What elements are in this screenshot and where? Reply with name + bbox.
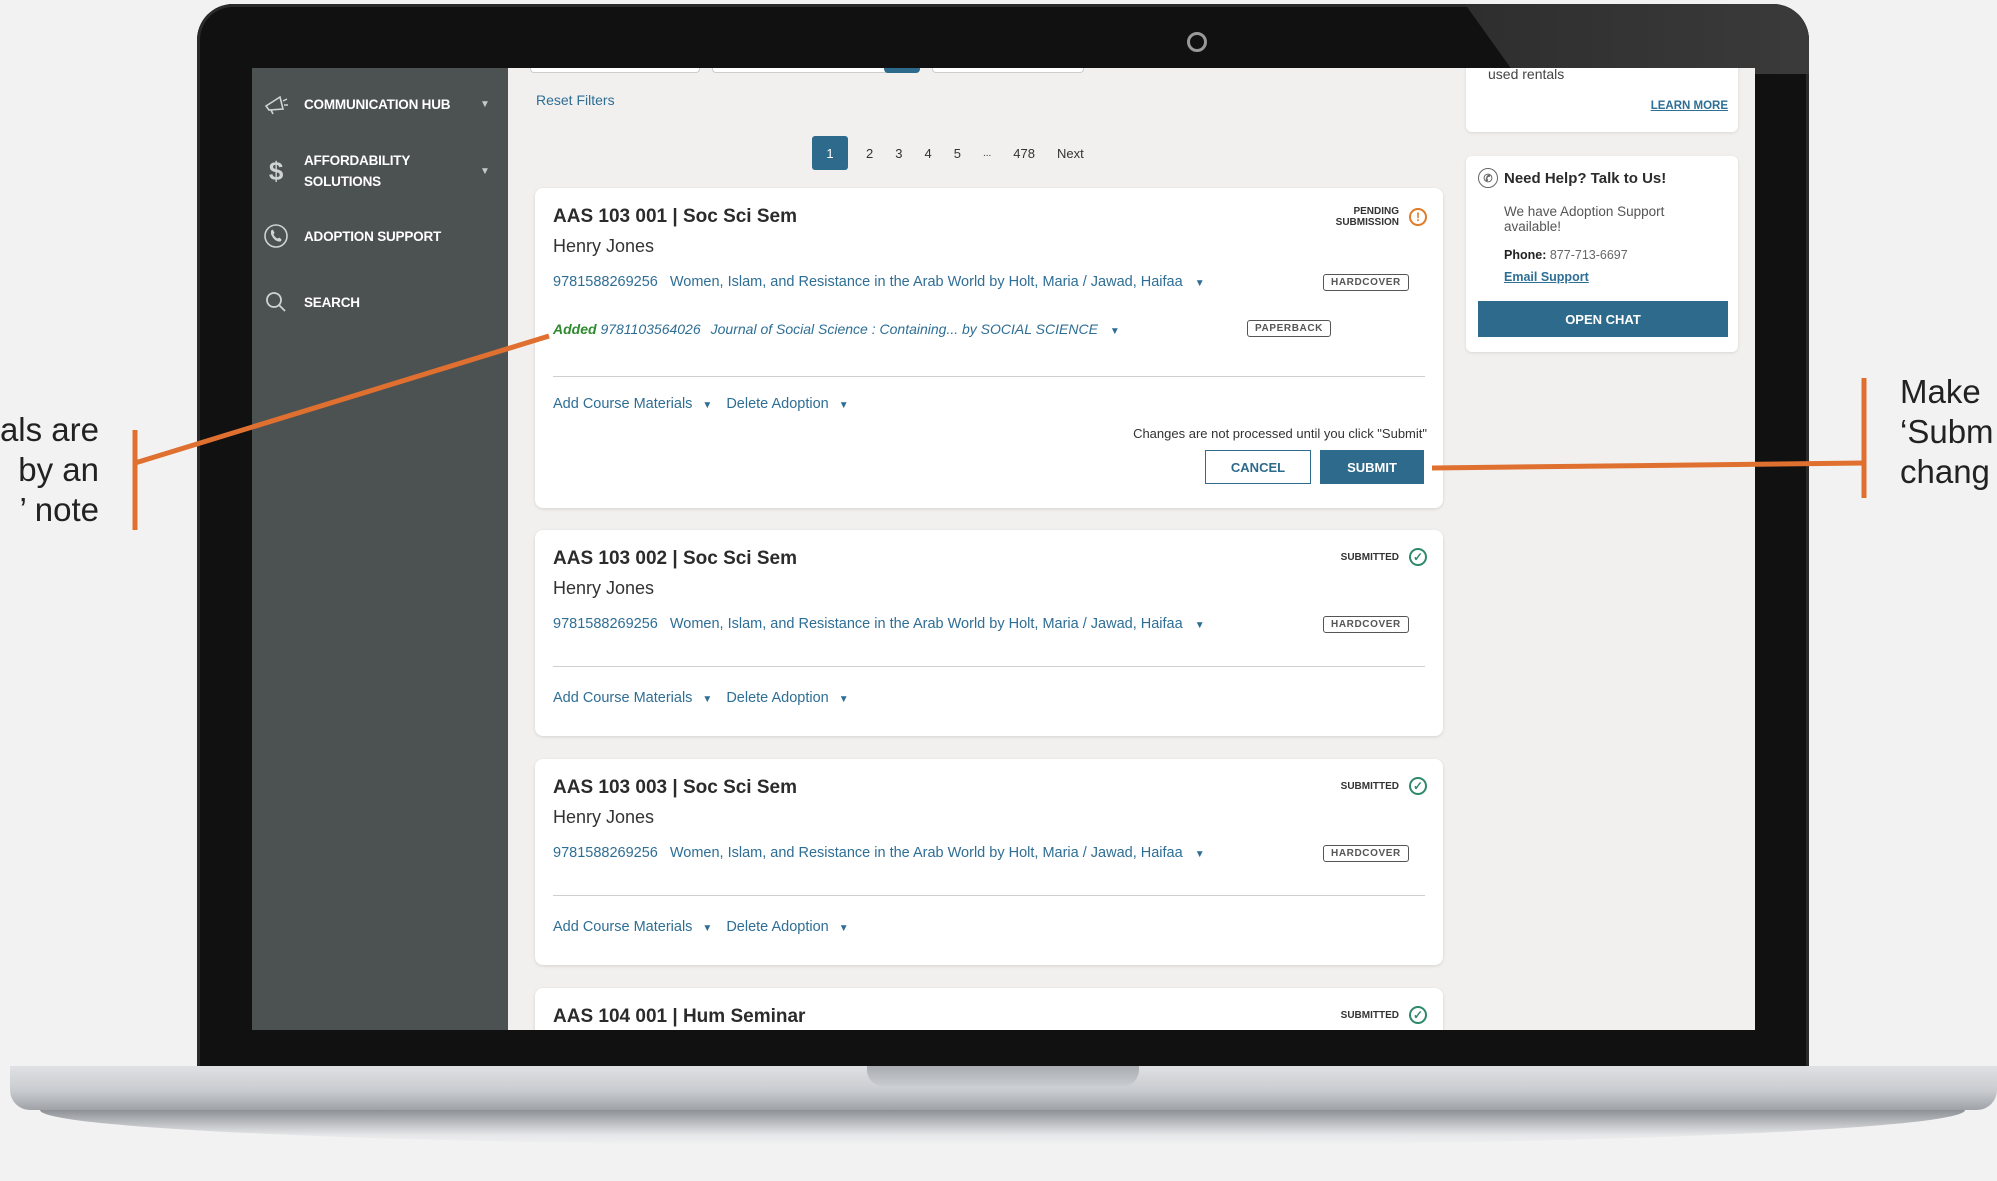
callout-right-line3: chang bbox=[1900, 453, 1990, 490]
callout-left-line1: als are bbox=[0, 411, 99, 448]
callout-line-left bbox=[134, 333, 550, 466]
callout-line-right bbox=[1431, 460, 1865, 471]
callout-lines bbox=[132, 333, 1867, 530]
callout-left: als are by an ’ note bbox=[0, 410, 99, 530]
callout-left-line3: ’ note bbox=[19, 491, 99, 528]
callout-right: Make ‘Subm chang bbox=[1900, 372, 1994, 492]
callout-right-line1: Make bbox=[1900, 373, 1981, 410]
callout-right-line2: ‘Subm bbox=[1900, 413, 1994, 450]
callout-left-line2: by an bbox=[18, 451, 99, 488]
